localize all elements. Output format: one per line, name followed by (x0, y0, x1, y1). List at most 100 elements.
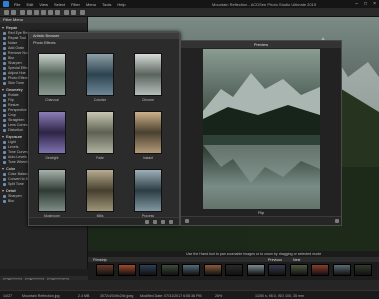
preview-image[interactable] (203, 49, 320, 209)
menu-select[interactable]: Select (54, 2, 65, 7)
chevron-down-icon (2, 26, 4, 29)
settings-icon[interactable] (169, 220, 173, 224)
section-header[interactable]: Detail (2, 188, 16, 193)
filmstrip-thumbnail[interactable] (117, 264, 136, 276)
zoom-out-icon[interactable] (185, 219, 189, 223)
minimize-icon[interactable]: – (355, 1, 358, 7)
chevron-down-icon (2, 88, 4, 91)
filter-icon (3, 51, 6, 55)
effect-thumbnail[interactable] (86, 53, 114, 96)
effect-thumbnail-label: Chrome (141, 98, 155, 102)
filmstrip-thumbnail[interactable] (182, 264, 200, 276)
effect-thumbnail[interactable] (38, 169, 66, 212)
menu-bar: File Edit View Select Filter Menu Tools … (14, 2, 126, 7)
filmstrip-thumbnail[interactable] (311, 264, 329, 276)
grid-icon[interactable] (145, 220, 149, 224)
select-icon[interactable] (20, 10, 25, 15)
previous-button[interactable]: Previous (268, 258, 282, 262)
mask-icon[interactable] (71, 10, 76, 15)
menu-filter[interactable]: Filter (71, 2, 80, 7)
filter-item-label: Perspective (8, 108, 27, 112)
effect-thumbnail[interactable] (86, 169, 114, 212)
filmstrip-thumbnail[interactable] (332, 264, 351, 276)
preview-pane: Preview Flip (180, 40, 342, 226)
filter-icon (3, 199, 6, 203)
filter-item-label: Skin Tune (8, 81, 24, 85)
brush-icon[interactable] (27, 10, 32, 15)
filter-icon (3, 145, 6, 149)
delete-icon[interactable] (161, 220, 165, 224)
status-index: 14/27 (3, 293, 12, 298)
favorite-icon[interactable] (153, 220, 157, 224)
menu-help[interactable]: Help (117, 2, 125, 7)
layer-icon[interactable] (64, 10, 69, 15)
filmstrip-thumbnail[interactable] (268, 264, 286, 276)
filter-item[interactable]: Split Tone (3, 182, 24, 187)
hint-text: Use the Hand tool to pan zoomable images… (186, 252, 322, 256)
chevron-down-icon (2, 167, 4, 170)
filmstrip-thumbnail[interactable] (160, 264, 179, 276)
effect-thumbnail[interactable] (38, 111, 66, 154)
filter-item-label: Sharpen (8, 194, 22, 198)
preview-footer (181, 216, 341, 225)
filter-item-label: Noise (8, 41, 18, 45)
text-icon[interactable] (34, 10, 39, 15)
filter-item[interactable]: Skin Tune (3, 81, 24, 86)
filter-item-label: Special Effect (8, 66, 30, 70)
filmstrip-thumbnail[interactable] (203, 264, 222, 276)
section-header[interactable]: Geometry (2, 87, 23, 92)
filter-icon (3, 103, 6, 107)
filter-icon (3, 118, 6, 122)
maximize-icon[interactable]: □ (364, 1, 367, 7)
section-label: Detail (6, 188, 16, 193)
filmstrip (88, 262, 379, 280)
filter-item-label: Blur (8, 56, 15, 60)
filter-item-label: Rotate (8, 93, 19, 97)
section-header[interactable]: Exposure (2, 134, 22, 139)
filmstrip-thumbnail[interactable] (225, 264, 243, 276)
menu-view[interactable]: View (39, 2, 48, 7)
filter-item-label: Tone Wheels (8, 160, 29, 164)
filmstrip-thumbnail[interactable] (354, 264, 372, 276)
menu-menu[interactable]: Menu (86, 2, 96, 7)
effect-thumbnail[interactable] (86, 111, 114, 154)
filter-icon (3, 128, 6, 132)
redo-icon[interactable] (11, 10, 16, 15)
settings-icon[interactable] (80, 10, 85, 15)
filter-icon (3, 123, 6, 127)
section-header[interactable]: Color (2, 166, 15, 171)
artistic-browser-dialog: Artistic Browser Photo Effects Charcoal C… (28, 32, 180, 226)
menu-edit[interactable]: Edit (26, 2, 33, 7)
filter-icon (3, 61, 6, 65)
filter-item-label: Tone Curves (8, 150, 29, 154)
dialog-subtitle: Photo Effects (33, 41, 56, 45)
crop-icon[interactable] (41, 10, 46, 15)
section-label: Geometry (6, 87, 23, 92)
filter-item[interactable]: Blur (3, 199, 14, 204)
status-modified: Modified Date: 07/31/2017 6:55:36 PM (140, 293, 202, 298)
hand-icon[interactable] (48, 10, 53, 15)
close-icon[interactable]: × (373, 1, 376, 7)
filmstrip-thumbnail[interactable] (96, 264, 114, 276)
status-bar: 14/27 Mountain Reflection.jpg 2.4 MB 307… (0, 290, 379, 299)
undo-icon[interactable] (4, 10, 9, 15)
menu-file[interactable]: File (14, 2, 20, 7)
menu-tools[interactable]: Tools (102, 2, 111, 7)
status-filename: Mountain Reflection.jpg (22, 293, 60, 298)
section-header[interactable]: Repair (2, 25, 17, 30)
zoom-icon[interactable] (55, 10, 60, 15)
effect-thumbnail[interactable] (134, 53, 162, 96)
filter-item-label: Blur (8, 199, 15, 203)
filmstrip-thumbnail[interactable] (289, 264, 308, 276)
filter-icon (3, 113, 6, 117)
effect-thumbnail[interactable] (134, 111, 162, 154)
filter-item[interactable]: Distortion (3, 128, 23, 133)
filter-item[interactable]: Tone Wheels (3, 160, 29, 165)
effect-thumbnail[interactable] (38, 53, 66, 96)
effect-thumbnail[interactable] (134, 169, 162, 212)
filmstrip-thumbnail[interactable] (246, 264, 265, 276)
filmstrip-thumbnail[interactable] (139, 264, 157, 276)
section-label: Exposure (6, 134, 23, 139)
zoom-in-icon[interactable] (335, 219, 339, 223)
next-button[interactable]: Next (293, 258, 300, 262)
